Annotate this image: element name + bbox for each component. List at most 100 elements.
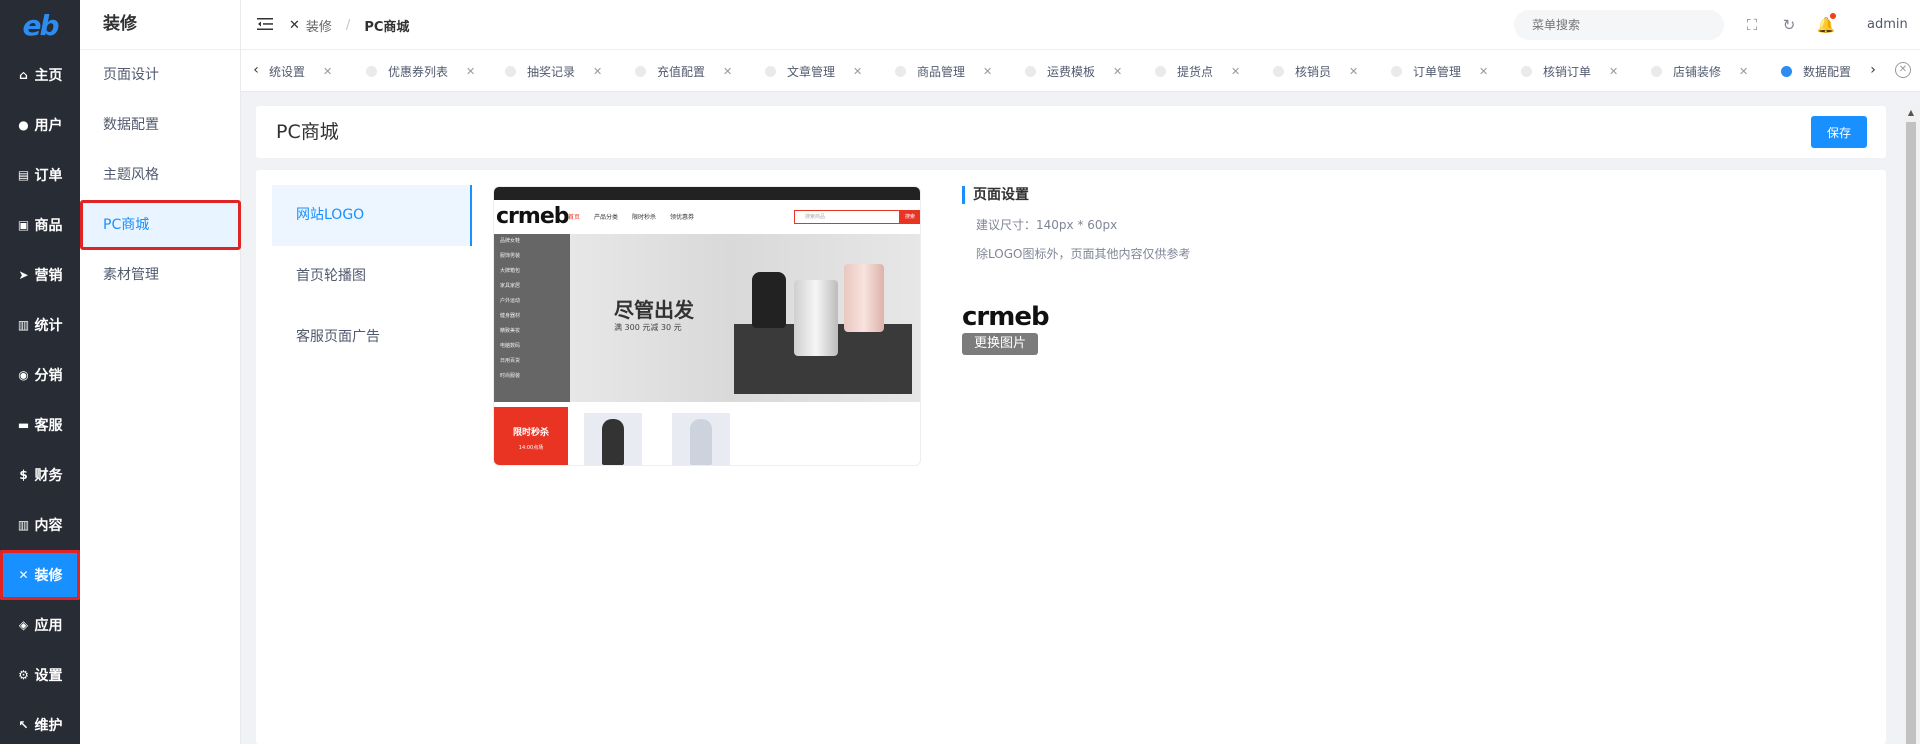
rail-item-apps[interactable]: ◈ 应用 <box>0 600 80 650</box>
scroll-up-icon[interactable]: ▲ <box>1904 106 1918 120</box>
rail-item-order[interactable]: ▤ 订单 <box>0 150 80 200</box>
close-icon[interactable]: ✕ <box>1231 65 1240 78</box>
tab-recharge-config[interactable]: 充值配置 ✕ <box>635 50 732 91</box>
close-icon[interactable]: ✕ <box>1113 65 1122 78</box>
preview-category-list: 品牌女鞋 服饰男装 大牌箱包 家具家居 户外运动 健身器材 精致美妆 电脑数码 日用百货 时… <box>494 234 570 402</box>
tabs-next-icon[interactable]: › <box>1863 60 1883 80</box>
gear-icon: ⚙ <box>18 668 29 682</box>
bell-icon[interactable]: 🔔 <box>1816 13 1836 35</box>
rail-item-decoration[interactable]: ✕ 装修 <box>0 550 80 600</box>
config-nav-site-logo[interactable]: 网站LOGO <box>272 185 472 246</box>
app-logo[interactable]: eb <box>0 0 80 50</box>
config-nav: 网站LOGO 首页轮播图 客服页面广告 <box>272 185 472 368</box>
chart-icon: ▥ <box>17 318 30 332</box>
submenu-title: 装修 <box>80 0 240 50</box>
rail-item-stats[interactable]: ▥ 统计 <box>0 300 80 350</box>
rail-item-distribution[interactable]: ◉ 分销 <box>0 350 80 400</box>
dollar-icon: $ <box>19 468 28 482</box>
preview-backpack <box>752 272 786 328</box>
user-menu[interactable]: admin <box>1867 0 1908 50</box>
rail-item-maintenance[interactable]: ↖ 维护 <box>0 700 80 744</box>
submenu-item-page-design[interactable]: 页面设计 <box>80 50 241 100</box>
close-icon[interactable]: ✕ <box>466 65 475 78</box>
preview-banner: 品牌女鞋 服饰男装 大牌箱包 家具家居 户外运动 健身器材 精致美妆 电脑数码 日用百货 时… <box>494 234 920 402</box>
tab-shop-decoration[interactable]: 店铺装修 ✕ <box>1651 50 1748 91</box>
close-icon[interactable]: ✕ <box>323 65 332 78</box>
change-image-button[interactable]: 更换图片 <box>962 333 1038 355</box>
rail-item-user[interactable]: ● 用户 <box>0 100 80 150</box>
close-icon[interactable]: ✕ <box>1349 65 1358 78</box>
page-header-card: PC商城 保存 <box>256 106 1886 158</box>
preview-product <box>672 413 730 465</box>
tab-dot <box>1521 65 1532 77</box>
tab-dot <box>505 65 516 77</box>
tab-system-settings[interactable]: 统设置 ✕ <box>269 50 332 91</box>
close-icon[interactable]: ✕ <box>1739 65 1748 78</box>
tab-pickup-point[interactable]: 提货点 ✕ <box>1155 50 1240 91</box>
menu-search-input[interactable] <box>1514 10 1724 40</box>
close-icon[interactable]: ✕ <box>723 65 732 78</box>
preview-slogan-sub: 满 300 元减 30 元 <box>614 323 682 332</box>
tools-icon: ✕ <box>18 568 29 582</box>
tab-lottery-records[interactable]: 抽奖记录 ✕ <box>505 50 602 91</box>
chat-icon: ▬ <box>17 418 30 432</box>
close-icon[interactable]: ✕ <box>853 65 862 78</box>
breadcrumb-parent[interactable]: 装修 <box>306 16 332 35</box>
wrench-icon: ↖ <box>18 718 29 732</box>
tab-data-config[interactable]: 数据配置 <box>1781 50 1851 91</box>
cart-icon: ▤ <box>17 168 30 182</box>
tabs-prev-icon[interactable]: ‹ <box>246 60 266 80</box>
preview-links: 首页 产品分类 限时秒杀 领优惠券 <box>568 214 695 221</box>
scroll-thumb[interactable] <box>1906 122 1916 744</box>
close-icon[interactable]: ✕ <box>593 65 602 78</box>
rail-item-marketing[interactable]: ➤ 营销 <box>0 250 80 300</box>
tab-coupon-list[interactable]: 优惠券列表 ✕ <box>366 50 475 91</box>
rail-item-service[interactable]: ▬ 客服 <box>0 400 80 450</box>
close-icon[interactable]: ✕ <box>1609 65 1618 78</box>
home-icon: ⌂ <box>19 68 28 82</box>
tab-verify-orders[interactable]: 核销订单 ✕ <box>1521 50 1618 91</box>
menu-fold-icon[interactable] <box>257 16 273 32</box>
close-icon[interactable]: ✕ <box>1479 65 1488 78</box>
rail-item-settings[interactable]: ⚙ 设置 <box>0 650 80 700</box>
logo-upload[interactable]: crmeb 更换图片 <box>962 301 1050 357</box>
config-nav-service-ad[interactable]: 客服页面广告 <box>272 307 472 368</box>
fullscreen-icon[interactable]: ⛶ <box>1742 15 1762 35</box>
vertical-scrollbar[interactable]: ▲ <box>1904 106 1918 744</box>
tab-dot <box>1391 65 1402 77</box>
close-icon[interactable]: ✕ <box>983 65 992 78</box>
main-sidebar: eb ⌂ 主页 ● 用户 ▤ 订单 ▣ 商品 ➤ 营销 ▥ 统计 ◉ 分销 ▬ 客服 $ 财务 ▥… <box>0 0 80 744</box>
tab-verifier[interactable]: 核销员 ✕ <box>1273 50 1358 91</box>
rail-item-home[interactable]: ⌂ 主页 <box>0 50 80 100</box>
submenu-item-data-config[interactable]: 数据配置 <box>80 100 241 150</box>
page-body-card: 网站LOGO 首页轮播图 客服页面广告 crmeb 首页 产品分类 限时秒杀 领优惠券… <box>256 170 1886 744</box>
rail-item-content[interactable]: ▥ 内容 <box>0 500 80 550</box>
tab-article-manage[interactable]: 文章管理 ✕ <box>765 50 862 91</box>
save-button[interactable]: 保存 <box>1811 116 1867 148</box>
preview-search: 搜索商品 <box>794 210 900 224</box>
close-all-tabs-icon[interactable]: ✕ <box>1895 62 1911 78</box>
tab-dot <box>1651 65 1662 77</box>
tab-shipping-template[interactable]: 运费模板 ✕ <box>1025 50 1122 91</box>
submenu-item-theme[interactable]: 主题风格 <box>80 150 241 200</box>
tabs-list: 统设置 ✕ 优惠券列表 ✕ 抽奖记录 ✕ 充值配置 ✕ 文章管理 ✕ 商品管理 ✕ 运费模板… <box>269 50 1859 91</box>
breadcrumb-separator: / <box>345 17 351 33</box>
rail-item-finance[interactable]: $ 财务 <box>0 450 80 500</box>
tab-dot <box>1155 65 1166 77</box>
refresh-icon[interactable]: ↻ <box>1779 15 1799 35</box>
tab-dot <box>1025 65 1036 77</box>
settings-title: 页面设置 <box>962 186 1462 204</box>
tools-icon: ✕ <box>289 17 300 33</box>
submenu-item-pc-mall[interactable]: PC商城 <box>80 200 241 250</box>
tab-dot <box>895 65 906 77</box>
breadcrumb: ✕ 装修 / PC商城 <box>289 0 409 50</box>
config-nav-home-carousel[interactable]: 首页轮播图 <box>272 246 472 307</box>
logo-note: 除LOGO图标外，页面其他内容仅供参考 <box>976 247 1191 261</box>
top-header: ✕ 装修 / PC商城 ⛶ ↻ 🔔 admin <box>241 0 1920 50</box>
rail-item-product[interactable]: ▣ 商品 <box>0 200 80 250</box>
tab-order-manage[interactable]: 订单管理 ✕ <box>1391 50 1488 91</box>
current-logo: crmeb <box>962 302 1050 332</box>
preview-suitcase-silver <box>794 280 838 356</box>
tab-product-manage[interactable]: 商品管理 ✕ <box>895 50 992 91</box>
submenu-item-materials[interactable]: 素材管理 <box>80 250 241 300</box>
